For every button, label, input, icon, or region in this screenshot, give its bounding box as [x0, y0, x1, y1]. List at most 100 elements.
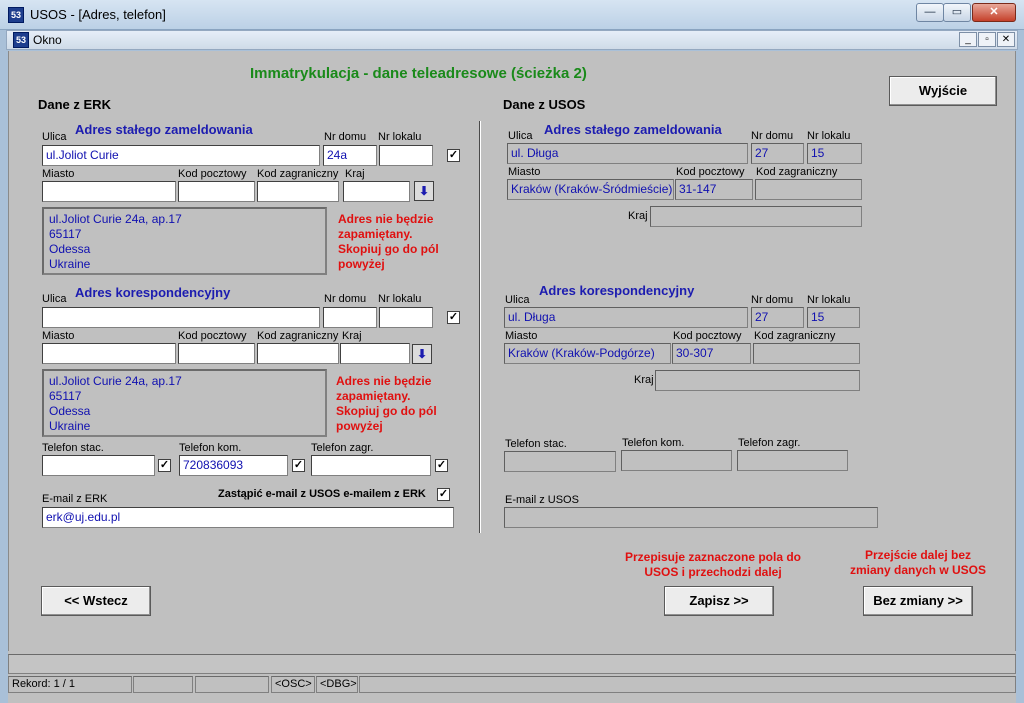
warning-line: Skopiuj go do pól: [336, 404, 437, 418]
warning-line: powyżej: [336, 419, 383, 433]
erk-mailing-checkbox[interactable]: ✓: [447, 311, 460, 324]
erk-mobile-checkbox[interactable]: ✓: [292, 459, 305, 472]
usos-foreign-field: [755, 179, 862, 200]
erk-phone-checkbox[interactable]: ✓: [158, 459, 171, 472]
erk-foreign-input[interactable]: [257, 181, 339, 202]
erk-permanent-warning: Adres nie będzie zapamiętany. Skopiuj go…: [338, 212, 439, 272]
usos-mail-country-label: Kraj: [634, 374, 654, 386]
erk-flat-input[interactable]: [379, 145, 433, 166]
erk-email-input[interactable]: erk@uj.edu.pl: [42, 507, 454, 528]
mdi-titlebar: 53 Okno _ ▫ ✕: [6, 30, 1018, 50]
minimize-button[interactable]: —: [916, 3, 944, 22]
note-line: USOS i przechodzi dalej: [644, 565, 782, 579]
usos-mail-house-field: 27: [751, 307, 804, 328]
download-arrow-icon[interactable]: ⬇: [412, 344, 432, 364]
back-button[interactable]: << Wstecz: [41, 586, 151, 616]
app-icon: 53: [8, 7, 24, 23]
usos-heading: Dane z USOS: [503, 97, 586, 112]
mdi-icon: 53: [13, 32, 29, 48]
usos-mail-house-label: Nr domu: [751, 294, 794, 306]
erk-foreign-phone-label: Telefon zagr.: [311, 442, 374, 454]
erk-mobile-input[interactable]: 720836093: [179, 455, 288, 476]
usos-house-field: 27: [751, 143, 804, 164]
usos-country-label: Kraj: [628, 210, 648, 222]
erk-mailing-section: Adres korespondencyjny: [75, 285, 231, 300]
replace-email-checkbox[interactable]: ✓: [437, 488, 450, 501]
erk-mail-house-input[interactable]: [323, 307, 377, 328]
erk-permanent-checkbox[interactable]: ✓: [447, 149, 460, 162]
erk-mail-house-label: Nr domu: [324, 293, 367, 305]
summary-line: 65117: [49, 389, 82, 403]
erk-mail-flat-input[interactable]: [379, 307, 433, 328]
usos-email-field: [504, 507, 878, 528]
usos-permanent-section: Adres stałego zameldowania: [544, 122, 722, 137]
erk-country-input[interactable]: [343, 181, 410, 202]
usos-postal-label: Kod pocztowy: [676, 166, 745, 178]
mdi-close-button[interactable]: ✕: [997, 32, 1015, 47]
nochange-note: Przejście dalej bez zmiany danych w USOS: [846, 548, 990, 578]
usos-mail-flat-field: 15: [807, 307, 860, 328]
close-button[interactable]: ✕: [972, 3, 1016, 22]
usos-street-label: Ulica: [508, 130, 533, 142]
nochange-button[interactable]: Bez zmiany >>: [863, 586, 973, 616]
erk-mail-country-input[interactable]: [340, 343, 410, 364]
usos-mail-street-field: ul. Długa: [504, 307, 748, 328]
usos-postal-field: 31-147: [675, 179, 753, 200]
window-titlebar: 53 USOS - [Adres, telefon] — ▭ ✕: [0, 0, 1024, 30]
warning-line: Skopiuj go do pól: [338, 242, 439, 256]
erk-mail-country-label: Kraj: [342, 330, 362, 342]
maximize-button[interactable]: ▭: [943, 3, 971, 22]
usos-mail-foreign-field: [753, 343, 860, 364]
erk-mail-city-input[interactable]: [42, 343, 176, 364]
summary-line: ul.Joliot Curie 24a, ap.17: [49, 374, 182, 388]
erk-mail-city-label: Miasto: [42, 330, 75, 342]
erk-country-label: Kraj: [345, 168, 365, 180]
usos-mobile-field: [621, 450, 732, 471]
usos-mail-foreign-label: Kod zagraniczny: [754, 330, 836, 342]
usos-phone-field: [504, 451, 616, 472]
erk-foreign-phone-input[interactable]: [311, 455, 431, 476]
erk-postal-input[interactable]: [178, 181, 255, 202]
page-title: Immatrykulacja - dane teleadresowe (ście…: [250, 65, 587, 82]
usos-country-field: [650, 206, 862, 227]
bottom-area: Rekord: 1 / 1 <OSC> <DBG>: [8, 651, 1016, 703]
status-field: [359, 676, 1016, 693]
record-status: Rekord: 1 / 1: [8, 676, 132, 693]
mdi-title: Okno: [33, 33, 62, 47]
bottom-strip: [8, 654, 1016, 674]
erk-foreign-phone-checkbox[interactable]: ✓: [435, 459, 448, 472]
mdi-restore-button[interactable]: ▫: [978, 32, 996, 47]
warning-line: Adres nie będzie: [338, 212, 434, 226]
erk-mail-postal-input[interactable]: [178, 343, 255, 364]
erk-phone-input[interactable]: [42, 455, 155, 476]
erk-house-label: Nr domu: [324, 131, 367, 143]
erk-mail-street-input[interactable]: [42, 307, 320, 328]
usos-city-label: Miasto: [508, 166, 541, 178]
erk-mail-foreign-input[interactable]: [257, 343, 339, 364]
mdi-minimize-button[interactable]: _: [959, 32, 977, 47]
usos-mail-city-label: Miasto: [505, 330, 538, 342]
note-line: zmiany danych w USOS: [849, 563, 987, 577]
warning-line: Adres nie będzie: [336, 374, 432, 388]
exit-button[interactable]: Wyjście: [889, 76, 997, 106]
summary-line: Odessa: [49, 242, 91, 256]
erk-mail-street-label: Ulica: [42, 293, 67, 305]
status-field: [195, 676, 269, 693]
erk-house-input[interactable]: 24a: [323, 145, 377, 166]
window-title: USOS - [Adres, telefon]: [30, 7, 166, 22]
erk-heading: Dane z ERK: [38, 97, 111, 112]
status-field: [133, 676, 193, 693]
erk-foreign-label: Kod zagraniczny: [257, 168, 339, 180]
save-button[interactable]: Zapisz >>: [664, 586, 774, 616]
summary-line: 65117: [49, 227, 82, 241]
erk-street-input[interactable]: ul.Joliot Curie: [42, 145, 320, 166]
osc-status: <OSC>: [271, 676, 315, 693]
usos-mail-postal-field: 30-307: [672, 343, 751, 364]
warning-line: powyżej: [338, 257, 385, 271]
erk-email-label: E-mail z ERK: [42, 493, 108, 505]
usos-mail-postal-label: Kod pocztowy: [673, 330, 742, 342]
erk-city-input[interactable]: [42, 181, 176, 202]
download-arrow-icon[interactable]: ⬇: [414, 181, 434, 201]
dbg-status: <DBG>: [316, 676, 358, 693]
usos-mail-city-field: Kraków (Kraków-Podgórze): [504, 343, 671, 364]
